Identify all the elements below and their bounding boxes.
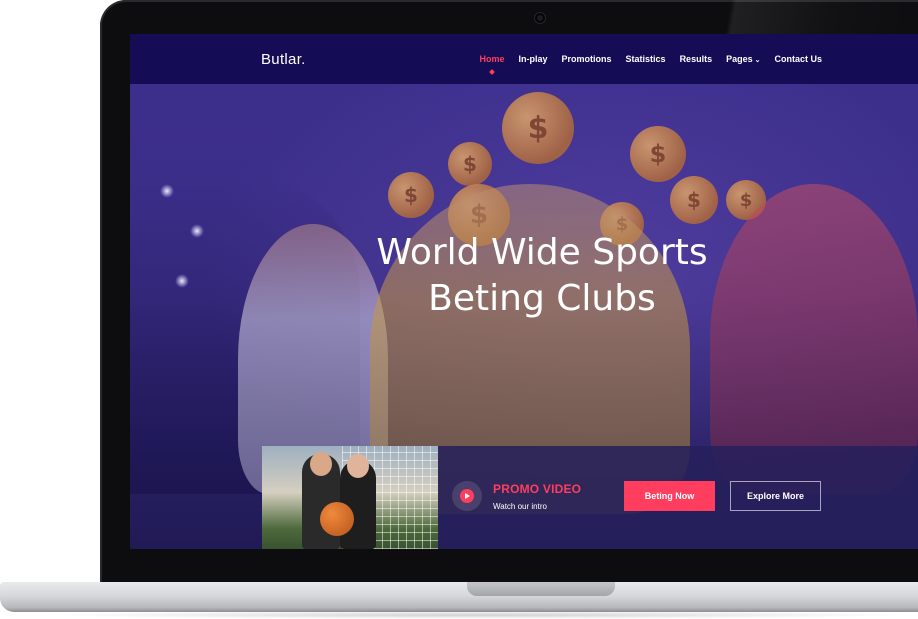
hero-title-line1: World Wide Sports	[376, 232, 708, 273]
hero-title: World Wide Sports Beting Clubs	[130, 230, 918, 322]
promo-title[interactable]: PROMO VIDEO	[493, 482, 581, 496]
webcam-icon	[535, 13, 545, 23]
nav-item-home[interactable]: Home	[479, 54, 504, 64]
play-icon	[460, 489, 474, 503]
hero-title-line2: Beting Clubs	[428, 278, 656, 319]
coin-graphic: $	[630, 126, 686, 182]
promo-bar: PROMO VIDEO Watch our intro Beting Now E…	[262, 446, 918, 549]
nav-item-statistics[interactable]: Statistics	[626, 54, 666, 64]
nav-item-pages-label: Pages	[726, 54, 753, 64]
nav-item-results[interactable]: Results	[680, 54, 713, 64]
laptop-base	[0, 582, 918, 612]
site-logo[interactable]: Butlar.	[261, 51, 306, 68]
person-head	[310, 452, 332, 476]
explore-more-button[interactable]: Explore More	[730, 481, 821, 511]
play-video-button[interactable]	[452, 481, 482, 511]
chevron-down-icon: ⌄	[754, 57, 761, 64]
nav-item-contact-us[interactable]: Contact Us	[774, 54, 822, 64]
nav-item-pages[interactable]: Pages ⌄	[726, 54, 760, 64]
coin-graphic: $	[448, 142, 492, 186]
main-nav: Home In-play Promotions Statistics Resul…	[479, 54, 822, 64]
promo-video-thumbnail[interactable]	[262, 446, 438, 549]
nav-item-in-play[interactable]: In-play	[519, 54, 548, 64]
coin-graphic: $	[388, 172, 434, 218]
basketball-graphic	[320, 502, 354, 536]
coin-graphic: $	[502, 92, 574, 164]
promo-subtitle: Watch our intro	[493, 502, 547, 511]
stadium-light	[160, 184, 174, 198]
beting-now-button[interactable]: Beting Now	[624, 481, 715, 511]
top-navbar: Butlar. Home In-play Promotions Statisti…	[130, 34, 918, 84]
person-head	[347, 454, 369, 478]
laptop-shadow	[40, 611, 918, 619]
nav-item-promotions[interactable]: Promotions	[562, 54, 612, 64]
laptop-screen: Butlar. Home In-play Promotions Statisti…	[130, 34, 918, 549]
coin-graphic: $	[670, 176, 718, 224]
laptop-opening-notch	[467, 582, 615, 596]
